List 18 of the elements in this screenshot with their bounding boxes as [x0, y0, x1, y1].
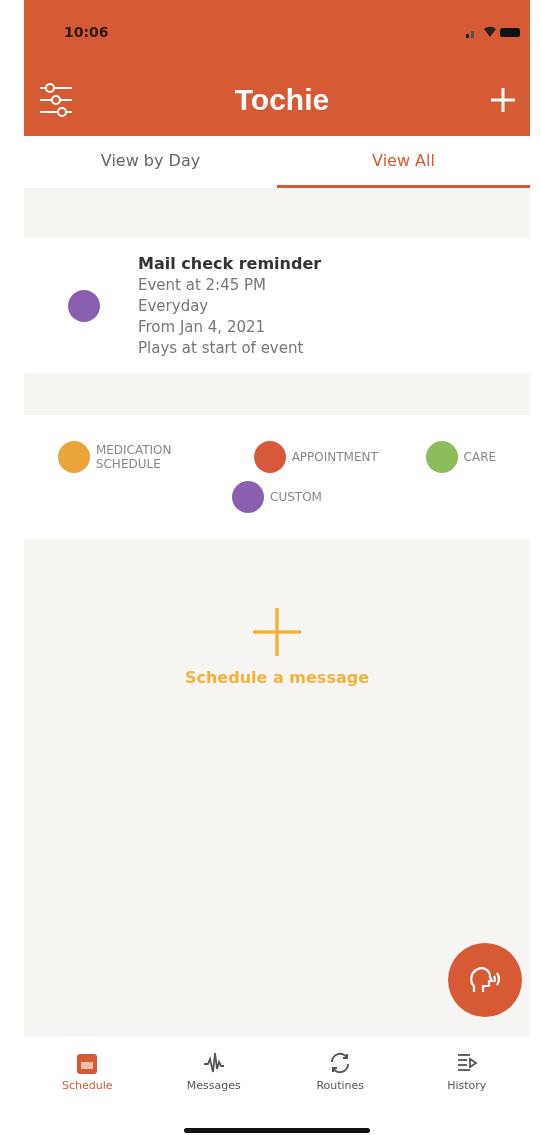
speaking-head-icon [468, 966, 502, 994]
add-icon[interactable] [490, 87, 516, 113]
event-detail: Event at 2:45 PM [138, 276, 268, 294]
event-detail: Plays at start of event [138, 339, 305, 357]
event-detail: From Jan 4, 2021 [138, 318, 267, 336]
category-label: APPOINTMENT [291, 449, 378, 465]
event-card[interactable]: Mail check reminder Event at 2:45 PM Everyday From Jan 4, 2021 Plays at start of event [24, 238, 530, 373]
status-time: 10:06 [64, 24, 109, 40]
status-icons [466, 25, 522, 39]
category-label: MEDICATION SCHEDULE [95, 442, 173, 472]
category-label: CARE [463, 449, 497, 465]
event-title: Mail check reminder [138, 254, 322, 273]
app-title: Tochie [234, 83, 330, 117]
filter-sliders-icon[interactable] [38, 83, 74, 117]
category-label: CUSTOM [270, 489, 322, 505]
waveform-icon [201, 1050, 226, 1075]
event-detail: Everyday [138, 297, 210, 315]
add-icon [251, 606, 303, 658]
